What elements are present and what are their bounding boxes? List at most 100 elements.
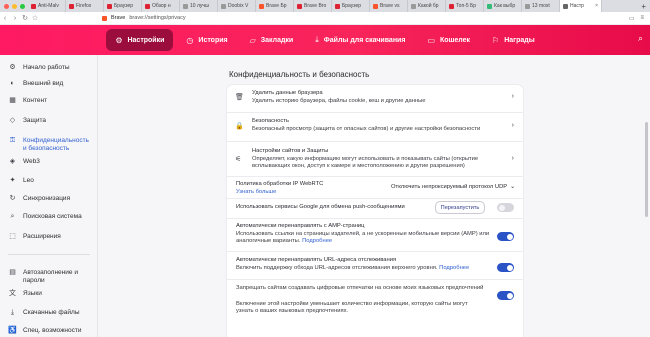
reload-icon[interactable]: ↻ xyxy=(20,14,30,22)
clear-data-title: Удалить данные браузера xyxy=(252,90,323,96)
sidebar-item-label: Leo xyxy=(23,177,34,184)
sidebar-item-6[interactable]: ✦ Leo xyxy=(0,177,97,185)
sidebar-item-11[interactable]: 文 Языки xyxy=(0,290,97,298)
favicon-icon xyxy=(145,3,150,9)
header-nav-icon: ◷ xyxy=(186,35,194,45)
sidebar-item-9[interactable]: ⬚ Расширения xyxy=(0,233,97,241)
tab-9[interactable]: Brave vs xyxy=(370,0,408,12)
security-row[interactable]: 🔒 Безопасность Безопасный просмотр (защи… xyxy=(227,113,523,139)
sidebar-item-label: Спец. возможности xyxy=(23,327,82,334)
tab-2[interactable]: Браузер xyxy=(104,0,142,12)
header-nav-item-4[interactable]: ▭ Кошелек xyxy=(418,29,479,51)
header-nav-icon: ⚐ xyxy=(492,35,500,45)
tab-label: Обзор н xyxy=(152,3,171,9)
sidebar-item-icon: ✦ xyxy=(9,177,16,184)
sidebar-item-label: Контент xyxy=(23,97,48,104)
tab-label: 10 лучш xyxy=(190,3,209,9)
amp-title: Автоматически перенаправлять с AMP-стран… xyxy=(236,223,365,229)
tab-3[interactable]: Обзор н xyxy=(142,0,180,12)
header-nav-label: Закладки xyxy=(260,36,294,44)
amp-toggle[interactable] xyxy=(497,232,514,241)
sidebar-item-2[interactable]: ▦ Контент xyxy=(0,97,97,105)
webrtc-policy-select[interactable]: Отключить непроксируемый протокол UDP ⌄ xyxy=(385,181,515,193)
favicon-icon xyxy=(69,3,74,9)
tab-label: Anti-Malv xyxy=(38,3,59,9)
sidebar-item-13[interactable]: ♿ Спец. возможности xyxy=(0,327,97,335)
tab-label: Firefox xyxy=(76,3,92,9)
security-desc: Безопасный просмотр (защита от опасных с… xyxy=(252,126,481,132)
tab-4[interactable]: 10 лучш xyxy=(180,0,218,12)
tab-0[interactable]: Anti-Malv xyxy=(28,0,66,12)
tab-list: Anti-Malv Firefox Браузер Обзор н 10 лучш Doo… xyxy=(28,0,637,12)
sidebar-item-3[interactable]: ◇ Защита xyxy=(0,117,97,125)
sidebar-item-12[interactable]: ⤓ Скачанные файлы xyxy=(0,309,97,317)
sidebar-item-label: Web3 xyxy=(23,158,40,165)
sidebar-item-4[interactable]: ⚿ Конфиденциальность и безопасность xyxy=(0,137,97,153)
sidebar-item-7[interactable]: ↻ Синхронизация xyxy=(0,195,97,203)
webrtc-learn-more-link[interactable]: Узнать больше xyxy=(236,189,276,195)
brave-shield-icon[interactable] xyxy=(102,15,107,21)
tab-label: Браузер xyxy=(342,3,362,9)
url-field[interactable]: Brave brave://settings/privacy xyxy=(102,15,186,21)
forward-icon[interactable]: › xyxy=(10,15,20,22)
push-messaging-toggle[interactable] xyxy=(497,203,514,212)
wallet-icon[interactable]: ▭ xyxy=(629,15,635,22)
bookmark-icon[interactable]: ☆ xyxy=(30,14,40,22)
tab-5[interactable]: Doobix V xyxy=(218,0,256,12)
header-nav-item-0[interactable]: ⚙ Настройки xyxy=(106,29,174,51)
settings-main: Конфиденциальность и безопасность 🗑 Удал… xyxy=(98,55,650,337)
tab-6[interactable]: Brave Бр xyxy=(256,0,294,12)
tracking-url-toggle[interactable] xyxy=(497,263,514,272)
header-nav-item-3[interactable]: ⤓ Файлы для скачивания xyxy=(306,29,414,51)
tab-8[interactable]: Браузер xyxy=(332,0,370,12)
amp-learn-more-link[interactable]: Подробнее xyxy=(302,238,332,244)
header-nav-item-1[interactable]: ◷ История xyxy=(177,29,236,51)
sidebar-item-5[interactable]: ◈ Web3 xyxy=(0,158,97,166)
sidebar-item-label: Скачанные файлы xyxy=(23,309,80,316)
sidebar-item-icon: 文 xyxy=(9,290,16,297)
tab-13[interactable]: 13 most xyxy=(522,0,560,12)
minimize-window-button[interactable] xyxy=(12,3,17,9)
page-title: Конфиденциальность и безопасность xyxy=(229,70,370,79)
close-tab-icon[interactable]: × xyxy=(595,3,598,9)
tab-12[interactable]: Как выбр xyxy=(484,0,522,12)
scrollbar[interactable] xyxy=(645,122,648,217)
tab-label: Как выбр xyxy=(494,3,516,9)
sidebar-item-icon: ⌕ xyxy=(10,213,15,220)
maximize-window-button[interactable] xyxy=(20,3,25,9)
header-nav-item-2[interactable]: ▱ Закладки xyxy=(241,29,303,51)
favicon-icon xyxy=(183,3,188,9)
settings-header: ⚙ Настройки ◷ История ▱ Закладки ⤓ Файлы для ск… xyxy=(0,25,650,55)
site-settings-row[interactable]: ⚟ Настройки сайтов и Защиты Определяет, … xyxy=(227,142,523,176)
restart-button[interactable]: Перезапустить xyxy=(435,201,485,214)
tracking-url-title: Автоматически перенаправлять URL-адреса … xyxy=(236,257,397,263)
sidebar-item-label: Конфиденциальность и безопасность xyxy=(23,137,89,152)
sidebar-item-8[interactable]: ⌕ Поисковая система xyxy=(0,213,97,221)
close-window-button[interactable] xyxy=(4,3,9,9)
privacy-card: 🗑 Удалить данные браузера Удалить истори… xyxy=(227,85,523,337)
search-icon[interactable]: ⌕ xyxy=(638,33,643,44)
tab-10[interactable]: Какой бр xyxy=(408,0,446,12)
tracking-learn-more-link[interactable]: Подробнее xyxy=(439,265,469,271)
menu-icon[interactable]: ≡ xyxy=(640,15,644,22)
sidebar-item-1[interactable]: ◐ Внешний вид xyxy=(0,80,97,88)
sidebar-item-icon: ⚙ xyxy=(9,64,16,71)
header-nav: ⚙ Настройки ◷ История ▱ Закладки ⤓ Файлы для ск… xyxy=(106,29,543,51)
header-nav-item-5[interactable]: ⚐ Награды xyxy=(483,29,544,51)
sidebar-item-label: Расширения xyxy=(23,233,61,240)
tab-11[interactable]: Топ-5 Бр xyxy=(446,0,484,12)
new-tab-icon[interactable]: + xyxy=(637,2,650,11)
tab-label: Настр xyxy=(570,3,584,9)
fingerprint-toggle[interactable] xyxy=(497,291,514,300)
tab-label: Brave vs xyxy=(380,3,400,9)
tab-1[interactable]: Firefox xyxy=(66,0,104,12)
favicon-icon xyxy=(525,3,530,9)
back-icon[interactable]: ‹ xyxy=(0,15,10,22)
sidebar-item-10[interactable]: ▤ Автозаполнение и пароли xyxy=(0,269,97,285)
clear-data-row[interactable]: 🗑 Удалить данные браузера Удалить истори… xyxy=(227,85,523,110)
sidebar-item-0[interactable]: ⚙ Начало работы xyxy=(0,64,97,72)
clear-data-desc: Удалить историю браузера, файлы cookie, … xyxy=(252,98,426,104)
tab-14[interactable]: Настр × xyxy=(560,0,602,12)
url-site: Brave xyxy=(111,15,126,21)
tab-7[interactable]: Brave Bro xyxy=(294,0,332,12)
